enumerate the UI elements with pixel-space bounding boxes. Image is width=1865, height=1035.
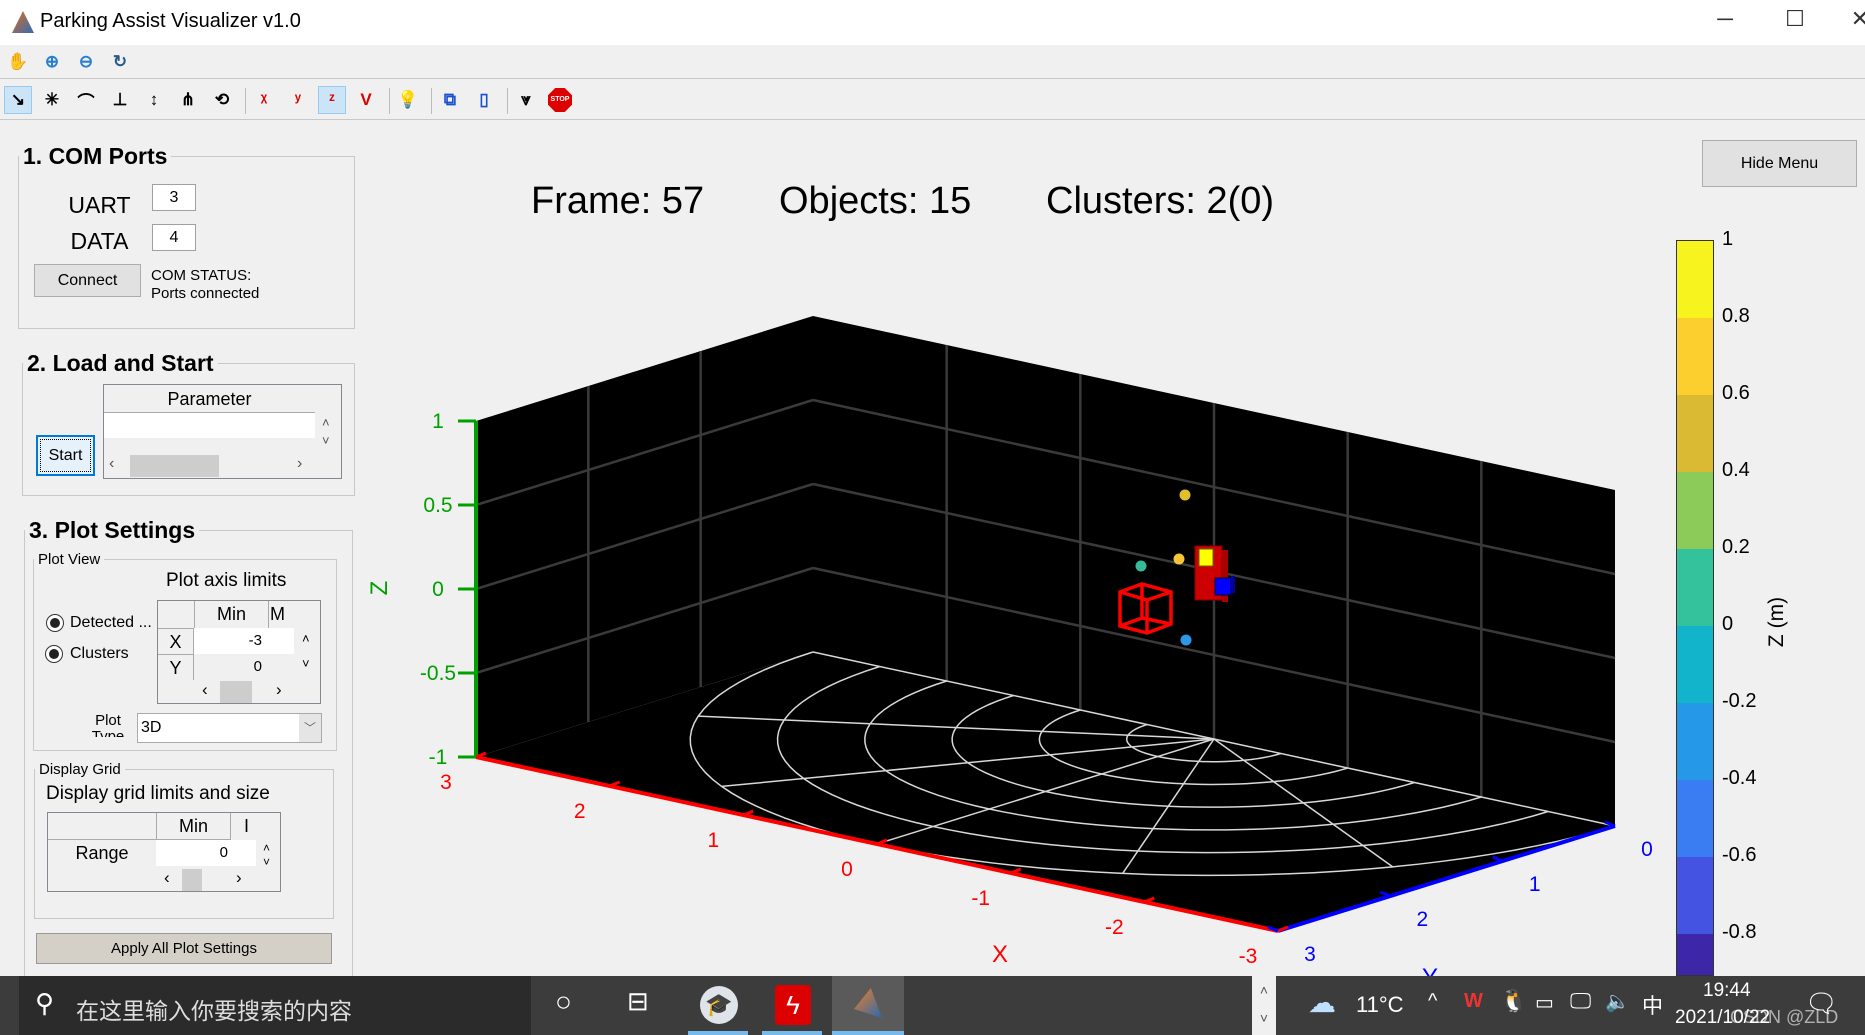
network-icon[interactable]: 🖵 (1570, 988, 1591, 1014)
colorbar-band (1677, 472, 1713, 549)
colorbar-band (1677, 549, 1713, 626)
colorbar-tick-label: -0.8 (1722, 921, 1757, 943)
colorbar-band (1677, 395, 1713, 472)
colorbar-tick-label: 1 (1722, 228, 1734, 250)
x-axis-label: X (992, 941, 1008, 968)
search-placeholder: 在这里输入你要搜索的内容 (76, 998, 352, 1024)
colorbar-tick-label: 0.2 (1722, 536, 1750, 558)
ime-indicator[interactable]: 中 (1642, 990, 1663, 1020)
detected-point (1173, 553, 1185, 565)
colorbar-band (1677, 934, 1713, 975)
colorbar (1676, 240, 1714, 976)
cortana-icon[interactable]: ○ (555, 986, 572, 1018)
x-tick-label: -3 (1239, 945, 1258, 968)
weather-temperature: 11°C (1356, 992, 1404, 1017)
y-tick-label: 1 (1529, 873, 1541, 896)
z-tick-label: 0 (432, 578, 444, 601)
search-icon: ⚲ (35, 988, 55, 1018)
chevron-up-icon[interactable]: ^ (1428, 990, 1437, 1013)
clock-time[interactable]: 19:44 (1703, 980, 1751, 1002)
colorbar-tick-label: 0.6 (1722, 382, 1750, 404)
qq-tray-icon[interactable]: 🐧 (1500, 988, 1527, 1014)
z-tick-label: -1 (429, 746, 448, 769)
wps-tray-icon[interactable]: W (1464, 990, 1483, 1013)
colorbar-label: Z (m) (1765, 596, 1789, 648)
app-icon-browser[interactable]: 🎓 (700, 986, 738, 1024)
taskbar-scroll[interactable]: ˄ ˅ (1252, 976, 1276, 1035)
volume-icon[interactable]: 🔈 (1605, 989, 1630, 1014)
colorbar-tick-label: 0 (1722, 613, 1734, 635)
z-tick-label: 0.5 (423, 494, 452, 517)
x-tick-label: 2 (574, 800, 586, 823)
y-tick-label: 2 (1416, 908, 1428, 931)
x-tick-label: 1 (707, 829, 719, 852)
colorbar-tick-label: 0.4 (1722, 459, 1750, 481)
x-tick-label: 3 (440, 771, 452, 794)
notification-icon[interactable]: 🗨 (1805, 988, 1838, 1019)
z-tick-label: 1 (432, 410, 444, 433)
windows-taskbar: ⚲ 在这里输入你要搜索的内容 ○ ⊟ 🎓 ϟ ˄ ˅ ☁ 11°C ^ W 🐧 ▭… (0, 976, 1865, 1035)
x-tick-label: 0 (841, 858, 853, 881)
x-tick-label: -1 (971, 887, 990, 910)
app-icon-flash[interactable]: ϟ (775, 985, 811, 1025)
colorbar-band (1677, 703, 1713, 780)
colorbar-band (1677, 857, 1713, 934)
z-tick-label: -0.5 (420, 662, 456, 685)
task-view-icon[interactable]: ⊟ (627, 986, 649, 1017)
colorbar-tick-label: -0.6 (1722, 844, 1757, 866)
colorbar-band (1677, 318, 1713, 395)
taskbar-search-box[interactable]: ⚲ 在这里输入你要搜索的内容 (19, 976, 531, 1035)
colorbar-tick-label: -0.2 (1722, 690, 1757, 712)
app-icon-matlab[interactable] (832, 976, 904, 1035)
battery-icon[interactable]: ▭ (1535, 990, 1554, 1015)
y-tick-label: 3 (1304, 943, 1316, 966)
colorbar-tick-label: -0.4 (1722, 767, 1757, 789)
colorbar-band (1677, 241, 1713, 318)
colorbar-band (1677, 780, 1713, 857)
colorbar-tick-label: 0.8 (1722, 305, 1750, 327)
weather-cloud-icon: ☁ (1308, 987, 1336, 1018)
colorbar-band (1677, 626, 1713, 703)
y-tick-label: 0 (1641, 838, 1653, 861)
x-tick-label: -2 (1105, 916, 1124, 939)
detected-point (1135, 560, 1147, 572)
3d-point-cloud-plot[interactable]: 3210-1-2-3012310.50-0.5-1XYZ (0, 0, 1865, 1035)
z-axis-label: Z (366, 581, 393, 596)
detected-point (1179, 489, 1191, 501)
detected-point (1180, 634, 1192, 646)
